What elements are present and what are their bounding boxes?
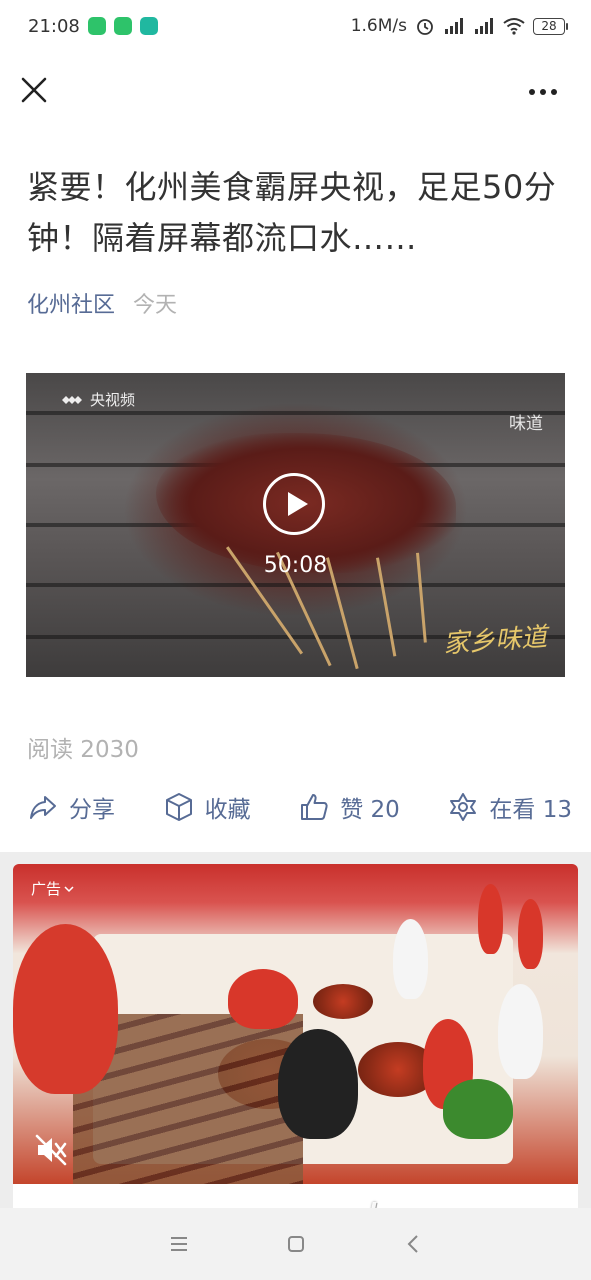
ad-person	[228, 969, 298, 1029]
wow-flower-icon	[450, 793, 477, 821]
ad-person	[393, 919, 428, 999]
favorite-button[interactable]: 收藏	[163, 790, 251, 824]
more-button[interactable]	[523, 80, 563, 104]
grill-bar	[26, 411, 565, 415]
cube-icon	[165, 793, 192, 821]
ad-person	[13, 924, 118, 1094]
close-icon	[21, 77, 47, 103]
battery-indicator: 28	[533, 17, 568, 35]
more-icon-dot	[529, 89, 535, 95]
share-button[interactable]: 分享	[27, 790, 115, 824]
menu-button[interactable]	[159, 1224, 199, 1264]
share-icon	[30, 796, 56, 819]
more-icon-dot	[551, 89, 557, 95]
back-button[interactable]	[393, 1224, 433, 1264]
ad-label-text: 广告	[31, 880, 62, 898]
show-title-logo: 家乡味道	[442, 622, 549, 660]
mute-button[interactable]	[33, 1132, 69, 1168]
video-player[interactable]: 央视频 味道 50:08 家乡味道	[26, 373, 565, 677]
clock: 21:08	[28, 15, 80, 37]
alarm-icon	[417, 19, 433, 35]
ad-person	[518, 899, 543, 969]
ad-dish-table	[313, 984, 373, 1019]
video-source-logo: 央视频	[60, 389, 135, 410]
signal-icon	[473, 18, 495, 34]
status-right: 1.6M/s 28	[350, 16, 568, 36]
like-count: 赞 20	[340, 797, 400, 823]
back-chevron-icon	[407, 1235, 418, 1253]
network-speed: 1.6M/s	[350, 16, 407, 36]
grill-bar	[26, 583, 565, 587]
favorite-label: 收藏	[204, 797, 251, 823]
ad-plant	[443, 1079, 513, 1139]
home-button[interactable]	[276, 1224, 316, 1264]
author-link[interactable]: 化州社区	[27, 287, 115, 319]
cctv-video-icon	[62, 395, 82, 404]
ad-video[interactable]: 广告	[13, 864, 578, 1184]
like-button[interactable]: 赞 20	[298, 790, 400, 824]
home-square-icon	[287, 1236, 304, 1252]
wow-button[interactable]: 在看 13	[447, 790, 572, 824]
share-label: 分享	[69, 797, 115, 823]
ad-person	[498, 984, 543, 1079]
close-button[interactable]	[18, 74, 50, 106]
menu-icon	[170, 1237, 187, 1251]
speaker-muted-icon	[35, 1134, 67, 1166]
top-toolbar	[0, 60, 591, 124]
more-icon-dot	[540, 89, 546, 95]
action-bar: 分享 收藏 赞 20 在看 13	[27, 785, 572, 829]
ad-person	[478, 884, 503, 954]
chevron-down-icon	[64, 885, 74, 892]
video-duration: 50:08	[263, 553, 328, 578]
wow-count: 在看 13	[489, 797, 572, 823]
signal-icon	[443, 18, 465, 34]
wechat-icon	[87, 17, 106, 35]
status-bar: 21:08 1.6M/s 28	[0, 0, 591, 52]
article-meta: 化州社区 今天	[27, 287, 177, 319]
system-nav-bar	[0, 1208, 591, 1280]
publish-date: 今天	[133, 293, 178, 318]
article-title: 紧要！化州美食霸屏央视，足足50分钟！隔着屏幕都流口水……	[27, 168, 557, 257]
ad-person	[278, 1029, 358, 1139]
status-left: 21:08	[28, 16, 158, 37]
play-button[interactable]	[263, 473, 325, 535]
read-count: 阅读 2030	[27, 737, 139, 763]
wifi-icon	[503, 18, 525, 35]
video-source-text: 央视频	[90, 391, 136, 409]
wechat-icon	[113, 17, 132, 35]
app-icon	[139, 17, 158, 35]
ad-label[interactable]: 广告	[31, 878, 74, 899]
video-brand: 味道	[509, 414, 543, 434]
thumbs-up-icon	[301, 794, 328, 820]
